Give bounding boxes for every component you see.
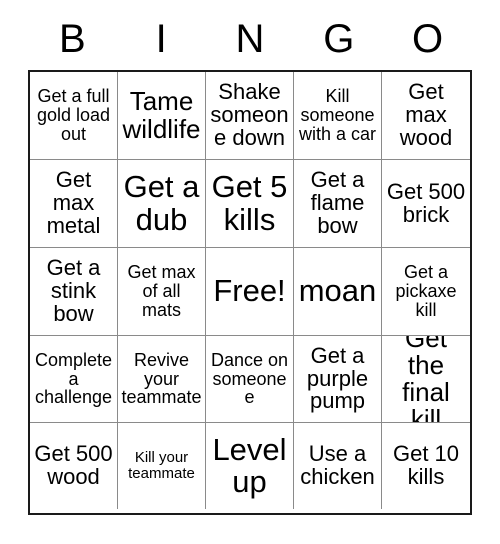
bingo-header: B I N G O (28, 8, 472, 70)
free-space-label: Free! (213, 273, 286, 309)
bingo-cell-r5c1[interactable]: Get 500 wood (30, 423, 118, 509)
bingo-card: B I N G O Get a full gold load out Tame … (0, 0, 500, 544)
bingo-cell-label: Get max wood (399, 79, 453, 150)
header-letter-g: G (323, 17, 355, 61)
bingo-cell-label: Get a full gold load out (36, 86, 111, 144)
bingo-cell-r5c4[interactable]: Use a chicken (294, 423, 382, 509)
bingo-cell-label: Get a stink bow (46, 255, 101, 326)
bingo-cell-r4c1[interactable]: Complete a challenge (30, 336, 118, 423)
bingo-cell-r1c4[interactable]: Kill someone with a car (294, 72, 382, 160)
bingo-cell-r4c3[interactable]: Dance on someone e (206, 336, 294, 423)
bingo-cell-r2c3[interactable]: Get 5 kills (206, 160, 294, 248)
bingo-cell-label: Get a flame bow (310, 167, 365, 238)
bingo-cell-r5c2[interactable]: Kill your teammate (118, 423, 206, 509)
bingo-cell-label: Use a chicken (300, 441, 375, 489)
bingo-cell-r1c2[interactable]: Tame wildlife (118, 72, 206, 160)
bingo-grid: Get a full gold load out Tame wildlife S… (28, 70, 472, 515)
bingo-cell-r4c4[interactable]: Get a purple pump (294, 336, 382, 423)
bingo-cell-r3c2[interactable]: Get max of all mats (118, 248, 206, 336)
bingo-cell-free-space[interactable]: Free! (206, 248, 294, 336)
header-letter-i: I (155, 17, 167, 61)
bingo-cell-label: Kill someone with a car (298, 86, 377, 144)
bingo-cell-label: Get a dub (123, 169, 200, 237)
bingo-cell-label: Get max of all mats (127, 262, 196, 320)
bingo-cell-label: Get a pickaxe kill (395, 262, 457, 320)
header-letter-b: B (59, 17, 86, 61)
bingo-cell-r1c3[interactable]: Shake someone down (206, 72, 294, 160)
bingo-cell-r4c5[interactable]: Get the final kill (382, 336, 470, 423)
bingo-cell-r4c2[interactable]: Revive your teammate (118, 336, 206, 423)
bingo-cell-label: Get 10 kills (392, 441, 460, 489)
bingo-cell-label: Tame wildlife (122, 86, 201, 144)
bingo-cell-label: Shake someone down (210, 79, 289, 150)
bingo-cell-label: Get 5 kills (211, 169, 288, 237)
bingo-cell-r1c5[interactable]: Get max wood (382, 72, 470, 160)
bingo-cell-label: Get max metal (46, 167, 101, 238)
bingo-cell-label: Get 500 brick (386, 178, 466, 227)
bingo-cell-r3c1[interactable]: Get a stink bow (30, 248, 118, 336)
bingo-cell-label: moan (298, 273, 377, 309)
bingo-cell-r2c4[interactable]: Get a flame bow (294, 160, 382, 248)
bingo-cell-label: Revive your teammate (121, 349, 202, 408)
bingo-cell-r2c5[interactable]: Get 500 brick (382, 160, 470, 248)
bingo-cell-r2c1[interactable]: Get max metal (30, 160, 118, 248)
bingo-cell-label: Get the final kill (402, 336, 450, 423)
bingo-cell-r5c5[interactable]: Get 10 kills (382, 423, 470, 509)
bingo-cell-r5c3[interactable]: Level up (206, 423, 294, 509)
bingo-cell-r1c1[interactable]: Get a full gold load out (30, 72, 118, 160)
bingo-cell-label: Level up (212, 431, 287, 499)
bingo-cell-label: Kill your teammate (128, 449, 195, 482)
bingo-cell-label: Complete a challenge (34, 349, 113, 408)
bingo-cell-label: Get a purple pump (306, 342, 369, 414)
header-letter-o: O (412, 17, 444, 61)
bingo-cell-r2c2[interactable]: Get a dub (118, 160, 206, 248)
bingo-cell-r3c5[interactable]: Get a pickaxe kill (382, 248, 470, 336)
bingo-cell-label: Get 500 wood (34, 441, 113, 489)
bingo-cell-r3c4[interactable]: moan (294, 248, 382, 336)
bingo-cell-label: Dance on someone e (210, 349, 289, 408)
header-letter-n: N (235, 17, 265, 61)
